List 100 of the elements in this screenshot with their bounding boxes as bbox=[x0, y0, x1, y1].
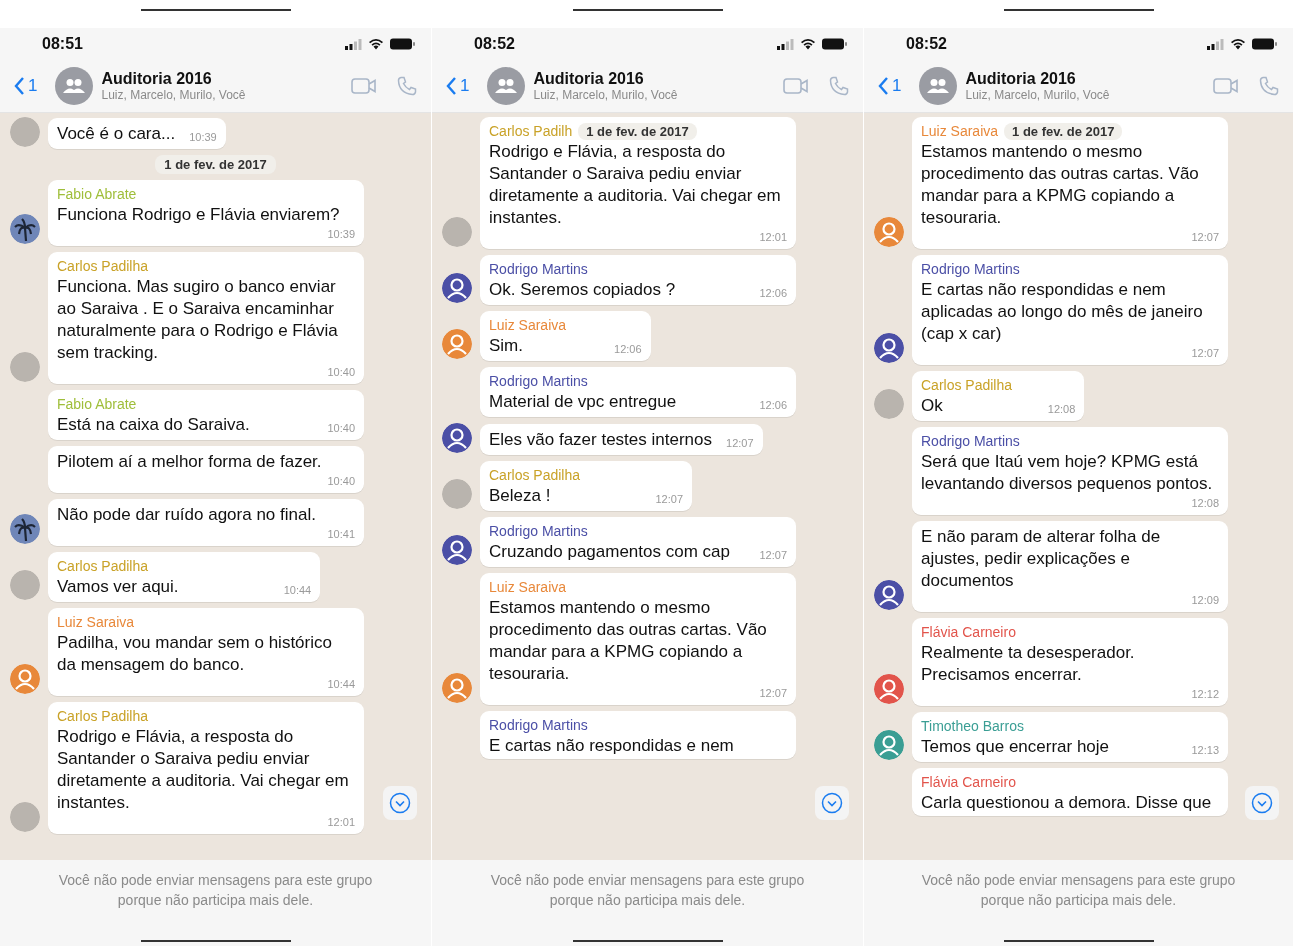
video-call-icon[interactable] bbox=[783, 77, 809, 95]
phone-icon[interactable] bbox=[1259, 76, 1279, 96]
message-text: Carla questionou a demora. Disse que bbox=[921, 792, 1212, 814]
message-text: E cartas não respondidas e nem bbox=[489, 735, 734, 757]
sender-name: Timotheo Barros bbox=[921, 717, 1024, 736]
message-text: Rodrigo e Flávia, a resposta do Santander o Saraiva pediu enviar diretamente a auditoria. Vai chegar em instantes. bbox=[489, 141, 782, 229]
palm-tree-avatar-icon bbox=[10, 214, 40, 244]
sender-name: Rodrigo Martins bbox=[489, 716, 588, 735]
message-text: Estamos mantendo o mesmo procedimento das outras cartas. Vão mandar para a KPMG copiando a tesouraria. bbox=[489, 597, 768, 685]
message-time: 12:07 bbox=[758, 548, 787, 563]
message-time: 10:39 bbox=[188, 130, 217, 145]
message-text: Você é o cara... bbox=[57, 123, 176, 145]
message-time: 12:06 bbox=[758, 398, 787, 413]
message-text: Beleza ! bbox=[489, 485, 551, 507]
message-time: 10:40 bbox=[326, 365, 355, 380]
status-time: 08:52 bbox=[474, 35, 516, 53]
sender-name: Luiz Saraiva bbox=[921, 122, 999, 141]
message-time: 12:07 bbox=[725, 436, 754, 451]
sender-name: Rodrigo Martins bbox=[921, 432, 1020, 451]
message-text: Será que Itaú vem hoje? KPMG está levantando diversos pequenos pontos. bbox=[921, 451, 1214, 495]
scroll-down-button[interactable] bbox=[1245, 786, 1279, 820]
sender-name: Rodrigo Martins bbox=[489, 372, 588, 391]
signal-icon bbox=[1207, 38, 1224, 50]
date-label: 1 de fev. de 2017 bbox=[155, 155, 276, 174]
sender-name: Rodrigo Martins bbox=[921, 260, 1020, 279]
date-label: 1 de fev. de 2017 bbox=[578, 123, 697, 140]
message-text: Realmente ta desesperador. Precisamos encerrar. bbox=[921, 642, 1136, 686]
date-label: 1 de fev. de 2017 bbox=[1004, 123, 1123, 140]
phone-icon[interactable] bbox=[829, 76, 849, 96]
wifi-icon bbox=[1230, 38, 1246, 50]
group-title[interactable]: Auditoria 2016 bbox=[101, 70, 331, 88]
message-time: 12:09 bbox=[1190, 593, 1219, 608]
palm-tree-avatar-icon bbox=[10, 514, 40, 544]
profile-photo-placeholder bbox=[10, 802, 40, 832]
message-time: 12:06 bbox=[613, 342, 642, 357]
sender-name: Fabio Abrate bbox=[57, 185, 137, 204]
sender-name: Carlos Padilha bbox=[57, 257, 149, 276]
sender-name: Luiz Saraiva bbox=[489, 316, 567, 335]
footer-notice: Você não pode enviar mensagens para este grupo porque não participa mais dele. bbox=[57, 871, 374, 910]
footer-notice: Você não pode enviar mensagens para este grupo porque não participa mais dele. bbox=[920, 871, 1237, 910]
message-time: 12:01 bbox=[326, 815, 355, 830]
sender-name: Carlos Padilh bbox=[489, 122, 573, 141]
profile-photo-placeholder bbox=[874, 389, 904, 419]
sender-name: Rodrigo Martins bbox=[489, 260, 588, 279]
message-time: 12:07 bbox=[1190, 346, 1219, 361]
message-text: E não param de alterar folha de ajustes, pedir explicações e documentos bbox=[921, 526, 1162, 592]
message-text: Está na caixa do Saraiva. bbox=[57, 414, 250, 436]
signal-icon bbox=[345, 38, 362, 50]
message-text: Eles vão fazer testes internos bbox=[489, 429, 712, 451]
message-text: Funciona Rodrigo e Flávia enviarem? bbox=[57, 204, 340, 226]
sender-name: Luiz Saraiva bbox=[489, 578, 567, 597]
group-members: Luiz, Marcelo, Murilo, Você bbox=[965, 88, 1111, 102]
profile-photo-placeholder bbox=[10, 117, 40, 147]
message-time: 12:13 bbox=[1190, 743, 1219, 758]
profile-photo-placeholder bbox=[442, 479, 472, 509]
status-time: 08:52 bbox=[906, 35, 948, 53]
message-time: 10:39 bbox=[326, 227, 355, 242]
message-text: Vamos ver aqui. bbox=[57, 576, 179, 598]
group-title[interactable]: Auditoria 2016 bbox=[533, 70, 763, 88]
footer-notice: Você não pode enviar mensagens para este grupo porque não participa mais dele. bbox=[489, 871, 806, 910]
sender-name: Fabio Abrate bbox=[57, 395, 137, 414]
message-time: 10:44 bbox=[326, 677, 355, 692]
message-time: 12:06 bbox=[758, 286, 787, 301]
message-text: Estamos mantendo o mesmo procedimento das outras cartas. Vão mandar para a KPMG copiando a tesouraria. bbox=[921, 141, 1200, 229]
phone-icon[interactable] bbox=[397, 76, 417, 96]
group-avatar-icon[interactable] bbox=[919, 67, 958, 105]
group-members: Luiz, Marcelo, Murilo, Você bbox=[101, 88, 247, 102]
group-title[interactable]: Auditoria 2016 bbox=[965, 70, 1193, 88]
video-call-icon[interactable] bbox=[1213, 77, 1239, 95]
signal-icon bbox=[777, 38, 794, 50]
sender-name: Carlos Padilha bbox=[489, 466, 581, 485]
status-time: 08:51 bbox=[42, 35, 84, 53]
message-text: Pilotem aí a melhor forma de fazer. bbox=[57, 451, 322, 473]
back-button[interactable]: 1 bbox=[878, 76, 902, 96]
message-time: 12:08 bbox=[1190, 496, 1219, 511]
scroll-down-button[interactable] bbox=[815, 786, 849, 820]
group-avatar-icon[interactable] bbox=[55, 67, 94, 105]
sender-name: Carlos Padilha bbox=[57, 557, 149, 576]
message-text: Material de vpc entregue bbox=[489, 391, 677, 413]
sender-name: Carlos Padilha bbox=[921, 376, 1013, 395]
message-text: Ok. Seremos copiados ? bbox=[489, 279, 676, 301]
sender-name: Luiz Saraiva bbox=[57, 613, 135, 632]
battery-icon bbox=[822, 38, 847, 50]
message-text: Temos que encerrar hoje bbox=[921, 736, 1110, 758]
message-time: 12:01 bbox=[758, 230, 787, 245]
message-time: 10:41 bbox=[326, 527, 355, 542]
back-button[interactable]: 1 bbox=[14, 76, 38, 96]
wifi-icon bbox=[800, 38, 816, 50]
sender-name: Flávia Carneiro bbox=[921, 773, 1016, 792]
group-members: Luiz, Marcelo, Murilo, Você bbox=[533, 88, 679, 102]
scroll-down-button[interactable] bbox=[383, 786, 417, 820]
message-time: 10:40 bbox=[326, 421, 355, 436]
back-button[interactable]: 1 bbox=[446, 76, 470, 96]
message-time: 12:12 bbox=[1190, 687, 1219, 702]
message-text: Sim. bbox=[489, 335, 523, 357]
sender-name: Rodrigo Martins bbox=[489, 522, 588, 541]
group-avatar-icon[interactable] bbox=[487, 67, 526, 105]
message-text: Não pode dar ruído agora no final. bbox=[57, 504, 316, 526]
battery-icon bbox=[1252, 38, 1277, 50]
video-call-icon[interactable] bbox=[351, 77, 377, 95]
